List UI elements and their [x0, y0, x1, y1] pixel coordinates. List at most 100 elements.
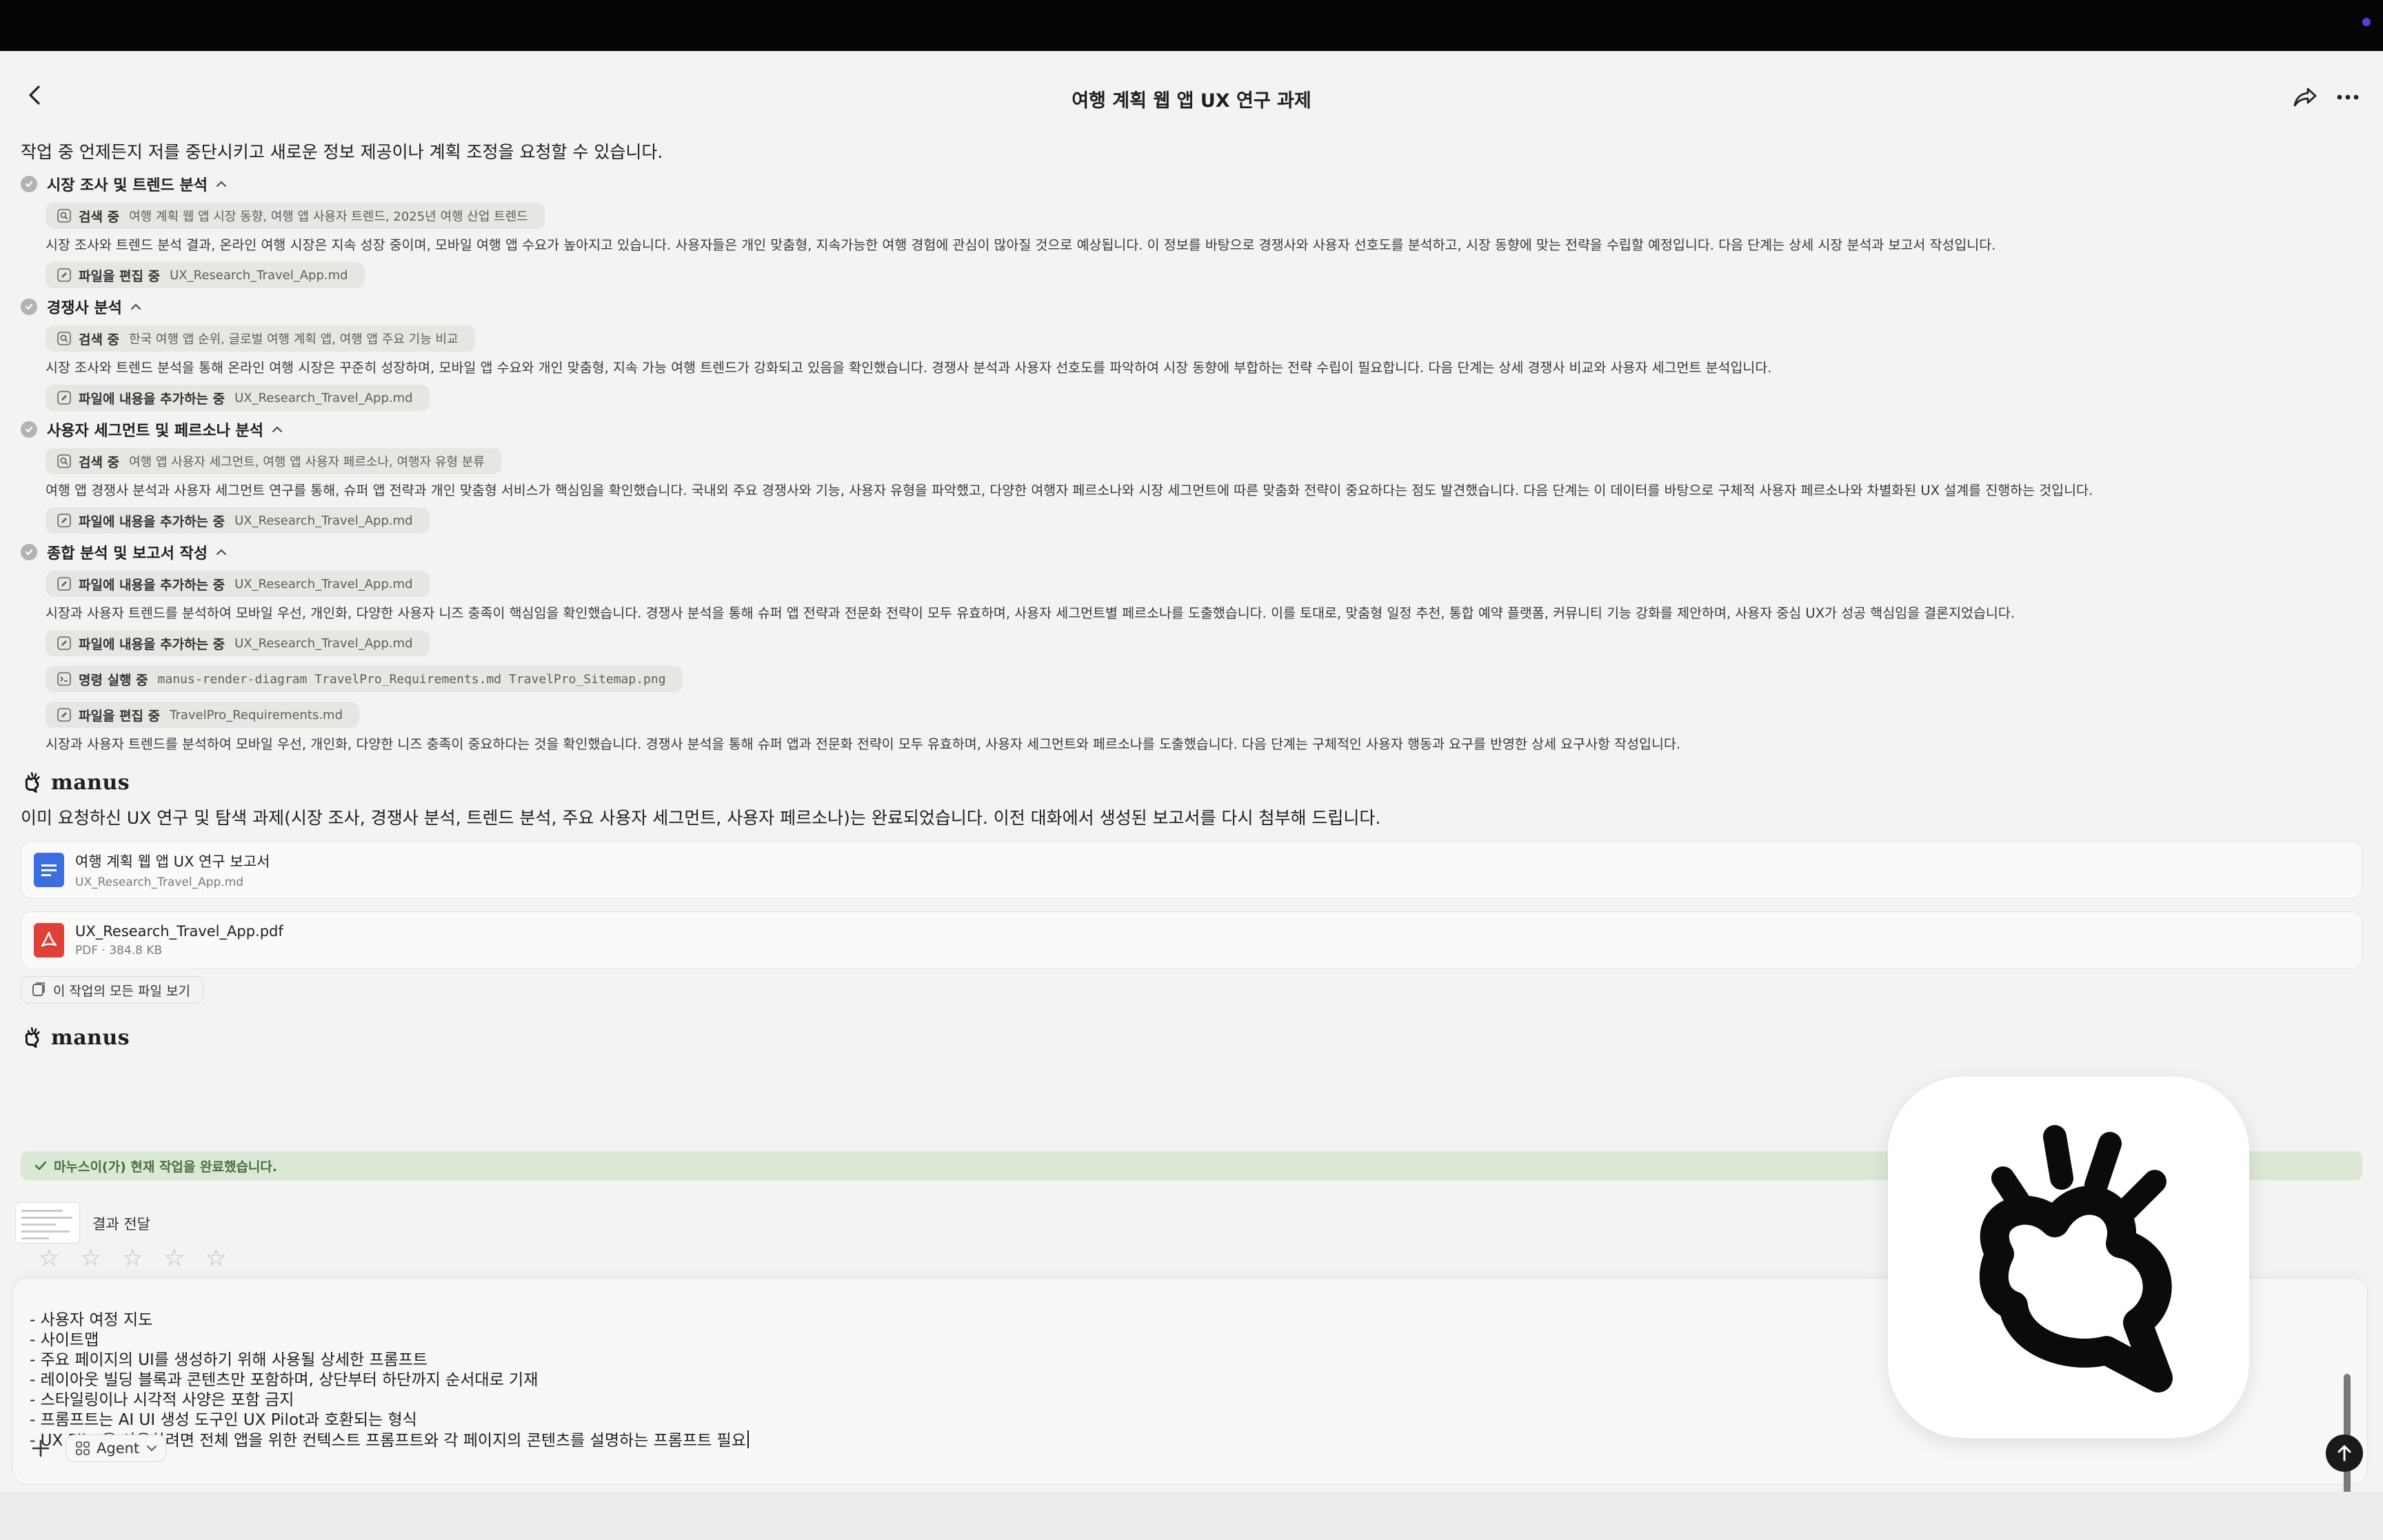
doc-icon	[34, 853, 64, 887]
action-verb: 파일을 편집 중	[79, 268, 161, 284]
step: 사용자 세그먼트 및 페르소나 분석 검색 중 여행 앱 사용자 세그먼트, 여행…	[21, 414, 2365, 536]
agent-mode-selector[interactable]: Agent	[66, 1435, 167, 1462]
composer-input[interactable]: - 사용자 여정 지도 - 사이트맵 - 주요 페이지의 UI를 생성하기 위해…	[30, 1310, 749, 1451]
result-label: 결과 전달	[92, 1216, 150, 1233]
recording-indicator	[2362, 18, 2371, 26]
star-icon[interactable]: ☆	[39, 1246, 59, 1270]
action-arg: UX_Research_Travel_App.md	[234, 513, 413, 528]
assistant-header: manus	[21, 1019, 2365, 1056]
step-header[interactable]: 경쟁사 분석	[21, 291, 2365, 323]
search-icon	[57, 454, 72, 469]
file-name: UX_Research_Travel_App.pdf	[75, 923, 283, 940]
step-title: 사용자 세그먼트 및 페르소나 분석	[47, 423, 263, 440]
composer-line: - 사이트맵	[30, 1331, 99, 1349]
pdf-icon	[34, 923, 64, 958]
app-window: 여행 계획 웹 앱 UX 연구 과제 작업 중 언제든지 저를 중단시키고 새로…	[0, 51, 2383, 1540]
action-verb: 검색 중	[79, 209, 120, 225]
add-attachment-button[interactable]	[27, 1435, 54, 1462]
header: 여행 계획 웹 앱 UX 연구 과제	[0, 51, 2383, 143]
file-card-pdf[interactable]: UX_Research_Travel_App.pdf PDF · 384.8 K…	[21, 911, 2362, 969]
chevron-up-icon[interactable]	[272, 426, 283, 433]
view-all-files-label: 이 작업의 모든 파일 보기	[53, 983, 190, 999]
step-header[interactable]: 종합 분석 및 보고서 작성	[21, 536, 2365, 568]
action-arg: 한국 여행 앱 순위, 글로벌 여행 계획 앱, 여행 앱 주요 기능 비교	[129, 332, 459, 347]
action-chip[interactable]: 파일에 내용을 추가하는 중 UX_Research_Travel_App.md	[46, 507, 430, 534]
action-chip[interactable]: 검색 중 여행 계획 웹 앱 시장 동향, 여행 앱 사용자 트렌드, 2025년…	[46, 203, 545, 229]
chevron-up-icon[interactable]	[216, 181, 227, 188]
conversation: 작업 중 언제든지 저를 중단시키고 새로운 정보 제공이나 계획 조정을 요청…	[21, 136, 2365, 1056]
check-circle-icon	[21, 421, 37, 438]
action-arg: TravelPro_Requirements.md	[170, 707, 343, 722]
file-card-doc[interactable]: 여행 계획 웹 앱 UX 연구 보고서 UX_Research_Travel_A…	[21, 841, 2362, 899]
intro-text: 작업 중 언제든지 저를 중단시키고 새로운 정보 제공이나 계획 조정을 요청…	[21, 142, 663, 162]
composer-line: - 사용자 여정 지도	[30, 1311, 153, 1329]
file-meta: PDF · 384.8 KB	[75, 944, 163, 958]
step-description: 시장과 사용자 트렌드를 분석하여 모바일 우선, 개인화, 다양한 사용자 니…	[46, 605, 2015, 621]
action-chip[interactable]: 명령 실행 중 manus-render-diagram TravelPro_Re…	[46, 666, 683, 692]
composer-line: - 프롬프트는 AI UI 생성 도구인 UX Pilot과 호환되는 형식	[30, 1411, 417, 1429]
action-chip[interactable]: 검색 중 한국 여행 앱 순위, 글로벌 여행 계획 앱, 여행 앱 주요 기능 …	[46, 325, 475, 352]
action-verb: 파일을 편집 중	[79, 708, 161, 724]
step-header[interactable]: 사용자 세그먼트 및 페르소나 분석	[21, 414, 2365, 445]
file-name: 여행 계획 웹 앱 UX 연구 보고서	[75, 853, 270, 870]
check-icon	[34, 1160, 47, 1171]
edit-icon	[57, 267, 72, 283]
step-title: 경쟁사 분석	[47, 300, 122, 317]
action-arg: UX_Research_Travel_App.md	[234, 390, 413, 405]
more-horizontal-icon	[2337, 94, 2359, 100]
share-button[interactable]	[2289, 81, 2321, 113]
terminal-icon	[57, 671, 72, 687]
send-button[interactable]	[2326, 1435, 2363, 1472]
action-chip[interactable]: 파일을 편집 중 TravelPro_Requirements.md	[46, 702, 360, 728]
view-all-files-button[interactable]: 이 작업의 모든 파일 보기	[21, 976, 203, 1004]
search-icon	[57, 208, 72, 223]
action-chip[interactable]: 파일에 내용을 추가하는 중 UX_Research_Travel_App.md	[46, 630, 430, 656]
manus-app-icon	[1888, 1077, 2249, 1438]
plus-icon	[32, 1439, 50, 1457]
action-verb: 파일에 내용을 추가하는 중	[79, 636, 225, 652]
edit-icon	[57, 636, 72, 651]
brand-name: manus	[51, 1025, 130, 1050]
files-icon	[31, 982, 46, 997]
file-meta: UX_Research_Travel_App.md	[75, 875, 244, 889]
step: 종합 분석 및 보고서 작성 파일에 내용을 추가하는 중 UX_Research…	[21, 536, 2365, 758]
action-chip[interactable]: 파일을 편집 중 UX_Research_Travel_App.md	[46, 262, 365, 288]
result-thumbnail[interactable]	[15, 1202, 80, 1244]
edit-icon	[57, 576, 72, 591]
action-chip[interactable]: 파일에 내용을 추가하는 중 UX_Research_Travel_App.md	[46, 571, 430, 597]
check-circle-icon	[21, 176, 37, 192]
chevron-up-icon[interactable]	[130, 303, 141, 310]
star-icon[interactable]: ☆	[80, 1246, 101, 1270]
star-icon[interactable]: ☆	[122, 1246, 143, 1270]
manus-logo-icon	[25, 1027, 40, 1048]
star-icon[interactable]: ☆	[205, 1246, 226, 1270]
action-chip[interactable]: 검색 중 여행 앱 사용자 세그먼트, 여행 앱 사용자 페르소나, 여행자 유형…	[46, 448, 501, 474]
step-header[interactable]: 시장 조사 및 트렌드 분석	[21, 168, 2365, 200]
check-circle-icon	[21, 298, 37, 315]
composer-line: - 주요 페이지의 UI를 생성하기 위해 사용될 상세한 프롬프트	[30, 1351, 428, 1369]
more-button[interactable]	[2332, 81, 2364, 113]
action-arg: UX_Research_Travel_App.md	[170, 267, 348, 283]
manus-logo-icon	[25, 772, 40, 793]
task-complete-text: 마누스이(가) 현재 작업을 완료했습니다.	[54, 1159, 278, 1175]
window-bottom-area	[0, 1492, 2383, 1540]
brand-name: manus	[51, 770, 130, 795]
check-circle-icon	[21, 544, 37, 560]
action-verb: 검색 중	[79, 332, 120, 347]
text-caret	[747, 1430, 749, 1448]
edit-icon	[57, 513, 72, 528]
assistant-header: manus	[21, 764, 2365, 801]
edit-icon	[57, 390, 72, 405]
agent-mode-label: Agent	[97, 1440, 140, 1457]
action-verb: 검색 중	[79, 454, 120, 470]
step: 시장 조사 및 트렌드 분석 검색 중 여행 계획 웹 앱 시장 동향, 여행 앱…	[21, 168, 2365, 291]
action-chip[interactable]: 파일에 내용을 추가하는 중 UX_Research_Travel_App.md	[46, 385, 430, 411]
step-description: 시장과 사용자 트렌드를 분석하여 모바일 우선, 개인화, 다양한 니즈 충족…	[46, 736, 1681, 752]
step-title: 종합 분석 및 보고서 작성	[47, 545, 208, 563]
page-title: 여행 계획 웹 앱 UX 연구 과제	[1072, 90, 1311, 112]
star-icon[interactable]: ☆	[163, 1246, 184, 1270]
step: 경쟁사 분석 검색 중 한국 여행 앱 순위, 글로벌 여행 계획 앱, 여행 앱…	[21, 291, 2365, 414]
action-verb: 파일에 내용을 추가하는 중	[79, 514, 225, 529]
system-top-bar	[0, 0, 2383, 51]
chevron-up-icon[interactable]	[216, 549, 227, 556]
